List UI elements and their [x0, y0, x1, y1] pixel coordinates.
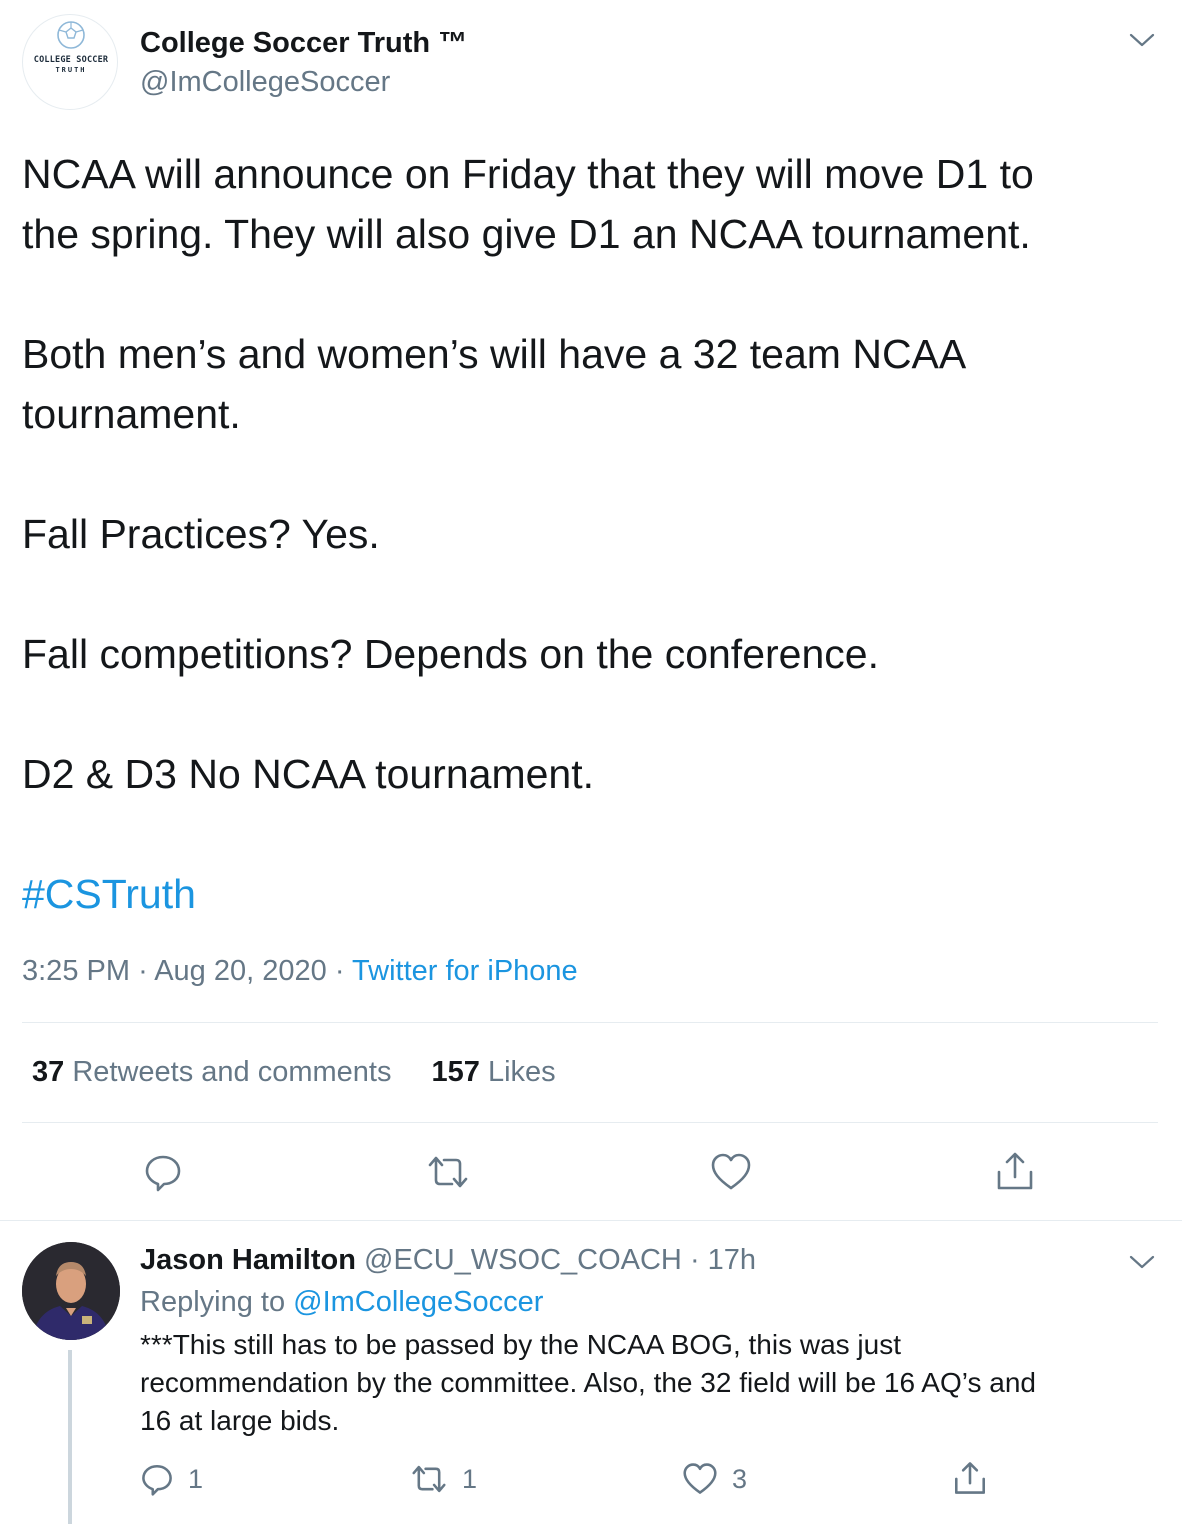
tweet-text-line: NCAA will announce on Friday that they w…	[22, 151, 1034, 197]
likes-count: 157	[431, 1056, 480, 1088]
like-icon	[711, 1153, 751, 1190]
tweet-date[interactable]: Aug 20, 2020	[154, 955, 327, 987]
tweet-text-line: Both men’s and women’s will have a 32 te…	[22, 331, 967, 377]
reply-retweet-button[interactable]: 1	[410, 1462, 477, 1496]
profile-avatar[interactable]: COLLEGE SOCCER TRUTH	[22, 14, 118, 110]
author-display-name[interactable]: College Soccer Truth ™	[140, 27, 467, 60]
divider	[22, 1122, 1158, 1123]
thread-line	[68, 1350, 72, 1524]
logo-text: COLLEGE SOCCER	[33, 55, 109, 65]
person-photo	[22, 1242, 120, 1340]
tweet-source-link[interactable]: Twitter for iPhone	[352, 955, 578, 987]
meta-separator: ·	[334, 955, 345, 987]
divider	[0, 1220, 1182, 1221]
share-icon	[997, 1152, 1033, 1190]
comment-icon	[142, 1464, 172, 1496]
tweet-text-line: tournament.	[22, 391, 241, 437]
retweets-count: 37	[32, 1056, 65, 1088]
reply-comment-button[interactable]: 1	[140, 1462, 203, 1496]
hashtag-link[interactable]: #CSTruth	[22, 864, 1162, 924]
likes-stat[interactable]: 157 Likes	[431, 1056, 555, 1088]
chevron-down-icon[interactable]	[1128, 30, 1156, 50]
reply-author-name[interactable]: Jason Hamilton	[140, 1244, 356, 1276]
logo-subtext: TRUTH	[55, 66, 87, 74]
reply-text: ***This still has to be passed by the NC…	[140, 1326, 1150, 1440]
meta-separator: ·	[689, 1244, 700, 1276]
tweet-text-line: Fall Practices? Yes.	[22, 511, 380, 557]
tweet-text-line: D2 & D3 No NCAA tournament.	[22, 751, 594, 797]
reply-author-handle[interactable]: @ECU_WSOC_COACH	[364, 1244, 682, 1276]
share-button[interactable]	[994, 1150, 1036, 1192]
reply-like-button[interactable]: 3	[682, 1462, 747, 1496]
reply-header: Jason Hamilton @ECU_WSOC_COACH · 17h	[140, 1244, 756, 1277]
replying-to-handle[interactable]: @ImCollegeSoccer	[293, 1286, 543, 1318]
reply-retweet-count: 1	[462, 1463, 478, 1494]
retweets-stat[interactable]: 37 Retweets and comments	[32, 1056, 391, 1088]
reply-avatar[interactable]	[22, 1242, 120, 1340]
tweet-time[interactable]: 3:25 PM	[22, 955, 130, 987]
reply-text-line: 16 at large bids.	[140, 1405, 340, 1436]
reply-like-count: 3	[732, 1463, 748, 1494]
comment-icon	[145, 1155, 181, 1192]
meta-separator: ·	[138, 955, 148, 987]
like-button[interactable]	[710, 1152, 752, 1192]
chevron-down-icon[interactable]	[1128, 1252, 1156, 1272]
share-icon	[955, 1462, 985, 1494]
author-handle[interactable]: @ImCollegeSoccer	[140, 66, 390, 99]
divider	[22, 1022, 1158, 1023]
tweet-text-line: Fall competitions? Depends on the confer…	[22, 631, 879, 677]
tweet-text-line: the spring. They will also give D1 an NC…	[22, 211, 1031, 257]
replying-prefix: Replying to	[140, 1286, 286, 1318]
likes-label: Likes	[487, 1056, 556, 1088]
soccer-ball-icon	[57, 21, 85, 49]
retweet-icon	[428, 1156, 468, 1188]
tweet-stats: 37 Retweets and comments 157 Likes	[32, 1056, 556, 1089]
retweets-label: Retweets and comments	[72, 1056, 392, 1088]
retweet-icon	[412, 1465, 446, 1493]
like-icon	[683, 1463, 717, 1494]
hashtag-text[interactable]: #CSTruth	[22, 871, 196, 917]
reply-button[interactable]	[143, 1152, 183, 1192]
reply-age[interactable]: 17h	[708, 1244, 756, 1276]
reply-text-line: recommendation by the committee. Also, t…	[140, 1367, 1036, 1398]
tweet-meta: 3:25 PM · Aug 20, 2020 · Twitter for iPh…	[22, 955, 578, 988]
reply-share-button[interactable]	[952, 1460, 988, 1496]
reply-comment-count: 1	[188, 1463, 204, 1494]
retweet-button[interactable]	[426, 1152, 470, 1192]
replying-to: Replying to @ImCollegeSoccer	[140, 1286, 543, 1319]
reply-text-line: ***This still has to be passed by the NC…	[140, 1329, 902, 1360]
